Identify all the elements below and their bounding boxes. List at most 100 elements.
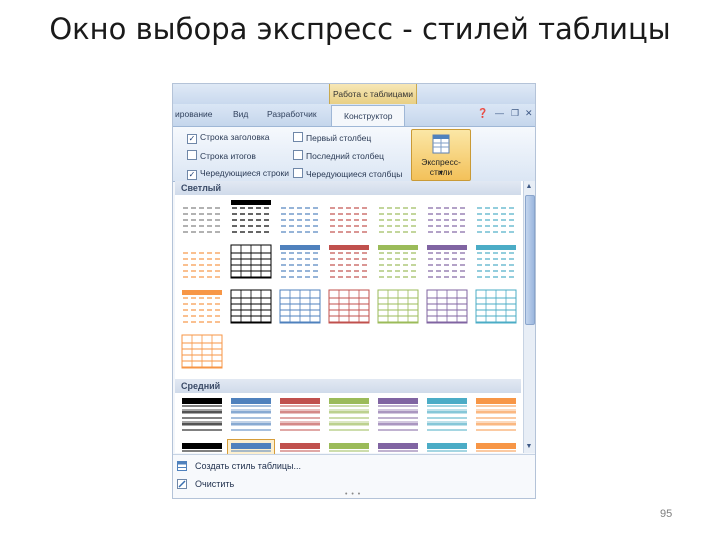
chevron-down-icon: ▾ bbox=[438, 168, 443, 177]
table-preview-icon bbox=[231, 200, 271, 233]
close-icon[interactable]: ✕ bbox=[525, 108, 533, 119]
ribbon-panel: ✓ Строка заголовка Строка итогов ✓ Чередую… bbox=[173, 127, 535, 182]
table-style-thumbnail[interactable] bbox=[473, 242, 519, 282]
table-preview-icon bbox=[426, 289, 468, 324]
table-style-thumbnail[interactable] bbox=[326, 242, 372, 282]
option-header-row[interactable]: ✓ Строка заголовка bbox=[187, 132, 270, 144]
table-style-thumbnail[interactable] bbox=[424, 242, 470, 282]
table-preview-icon bbox=[475, 289, 517, 324]
table-style-thumbnail[interactable] bbox=[277, 287, 323, 327]
checkbox-checked-icon: ✓ bbox=[187, 134, 197, 144]
table-style-thumbnail[interactable] bbox=[375, 197, 421, 237]
table-preview-icon bbox=[280, 398, 320, 431]
table-style-thumbnail[interactable] bbox=[375, 395, 421, 435]
tab-edit[interactable]: ирование bbox=[175, 109, 213, 119]
table-style-thumbnail[interactable] bbox=[424, 287, 470, 327]
page-number: 95 bbox=[660, 508, 673, 520]
table-preview-icon bbox=[330, 207, 367, 233]
table-style-thumbnail[interactable] bbox=[424, 197, 470, 237]
tab-developer[interactable]: Разработчик bbox=[267, 109, 317, 119]
table-style-thumbnail[interactable] bbox=[228, 242, 274, 282]
express-styles-button[interactable]: Экспресс-стили ▾ bbox=[411, 129, 471, 181]
table-style-thumbnail[interactable] bbox=[228, 197, 274, 237]
table-preview-icon bbox=[378, 398, 418, 431]
table-style-thumbnail[interactable] bbox=[277, 242, 323, 282]
option-label: Чередующиеся столбцы bbox=[306, 169, 403, 179]
option-last-column[interactable]: Последний столбец bbox=[293, 150, 384, 161]
checkbox-icon bbox=[293, 132, 303, 142]
table-style-thumbnail[interactable] bbox=[277, 395, 323, 435]
table-preview-icon bbox=[279, 289, 321, 324]
table-style-thumbnail[interactable] bbox=[179, 197, 225, 237]
gallery-section-header: Средний bbox=[175, 379, 521, 393]
table-preview-icon bbox=[280, 245, 320, 278]
table-style-thumbnail[interactable] bbox=[326, 197, 372, 237]
table-style-thumbnail[interactable] bbox=[473, 395, 519, 435]
scrollbar-thumb[interactable] bbox=[525, 195, 535, 325]
new-table-style-icon bbox=[177, 461, 187, 471]
table-style-thumbnail[interactable] bbox=[228, 395, 274, 435]
menu-item-label: Создать стиль таблицы... bbox=[195, 461, 301, 471]
table-style-thumbnail[interactable] bbox=[228, 287, 274, 327]
option-banded-rows[interactable]: ✓ Чередующиеся строки bbox=[187, 168, 289, 180]
table-preview-icon bbox=[183, 207, 220, 233]
option-first-column[interactable]: Первый столбец bbox=[293, 132, 371, 143]
option-label: Строка итогов bbox=[200, 151, 256, 161]
table-style-thumbnail[interactable] bbox=[277, 197, 323, 237]
minimize-icon[interactable]: — bbox=[495, 108, 504, 118]
table-style-thumbnail[interactable] bbox=[179, 395, 225, 435]
gallery-menu: Создать стиль таблицы... Очистить • • • bbox=[173, 454, 535, 498]
option-banded-columns[interactable]: Чередующиеся столбцы bbox=[293, 168, 402, 179]
ribbon-tabs: ирование Вид Разработчик Конструктор ❓ —… bbox=[173, 104, 535, 127]
table-styles-window: Работа с таблицами ирование Вид Разработ… bbox=[172, 83, 536, 499]
table-preview-icon bbox=[328, 289, 370, 324]
table-preview-icon bbox=[477, 207, 514, 233]
table-style-thumbnail[interactable] bbox=[375, 287, 421, 327]
option-label: Чередующиеся строки bbox=[200, 168, 289, 178]
option-total-row[interactable]: Строка итогов bbox=[187, 150, 256, 161]
table-preview-icon bbox=[181, 334, 223, 369]
menu-item-label: Очистить bbox=[195, 479, 235, 489]
menu-item-new-style[interactable]: Создать стиль таблицы... bbox=[177, 461, 301, 471]
checkbox-checked-icon: ✓ bbox=[187, 170, 197, 180]
option-label: Строка заголовка bbox=[200, 132, 270, 142]
styles-gallery: Светлый Средний bbox=[175, 181, 523, 481]
checkbox-icon bbox=[293, 150, 303, 160]
option-label: Последний столбец bbox=[306, 151, 385, 161]
help-icon[interactable]: ❓ bbox=[477, 108, 488, 119]
menu-item-clear[interactable]: Очистить bbox=[177, 479, 234, 489]
table-preview-icon bbox=[182, 290, 222, 323]
restore-icon[interactable]: ❐ bbox=[511, 108, 519, 119]
table-style-thumbnail[interactable] bbox=[473, 287, 519, 327]
checkbox-icon bbox=[187, 150, 197, 160]
table-preview-icon bbox=[182, 398, 222, 431]
table-preview-icon bbox=[427, 398, 467, 431]
table-style-thumbnail[interactable] bbox=[179, 242, 225, 282]
table-style-thumbnail[interactable] bbox=[179, 287, 225, 327]
table-preview-icon bbox=[230, 289, 272, 324]
tab-design[interactable]: Конструктор bbox=[331, 105, 406, 126]
table-preview-icon bbox=[231, 398, 271, 431]
table-preview-icon bbox=[427, 245, 467, 278]
table-style-thumbnail[interactable] bbox=[473, 197, 519, 237]
table-preview-icon bbox=[281, 207, 318, 233]
table-style-thumbnail[interactable] bbox=[326, 287, 372, 327]
ribbon-context-strip: Работа с таблицами bbox=[173, 84, 535, 104]
table-style-thumbnail[interactable] bbox=[375, 242, 421, 282]
scroll-down-icon[interactable]: ▼ bbox=[525, 443, 533, 451]
clear-icon bbox=[177, 479, 187, 489]
scroll-up-icon[interactable]: ▲ bbox=[525, 183, 533, 191]
checkbox-icon bbox=[293, 168, 303, 178]
table-style-thumbnail[interactable] bbox=[326, 395, 372, 435]
tab-view[interactable]: Вид bbox=[233, 109, 248, 119]
resize-grip-icon[interactable]: • • • bbox=[345, 491, 361, 498]
table-preview-icon bbox=[230, 244, 272, 279]
gallery-scrollbar[interactable]: ▲ ▼ bbox=[523, 181, 535, 453]
table-preview-icon bbox=[476, 398, 516, 431]
table-preview-icon bbox=[379, 207, 416, 233]
table-preview-icon bbox=[377, 289, 419, 324]
table-preview-icon bbox=[428, 207, 465, 233]
table-style-thumbnail[interactable] bbox=[424, 395, 470, 435]
table-style-thumbnail[interactable] bbox=[179, 332, 225, 372]
table-preview-icon bbox=[476, 245, 516, 278]
